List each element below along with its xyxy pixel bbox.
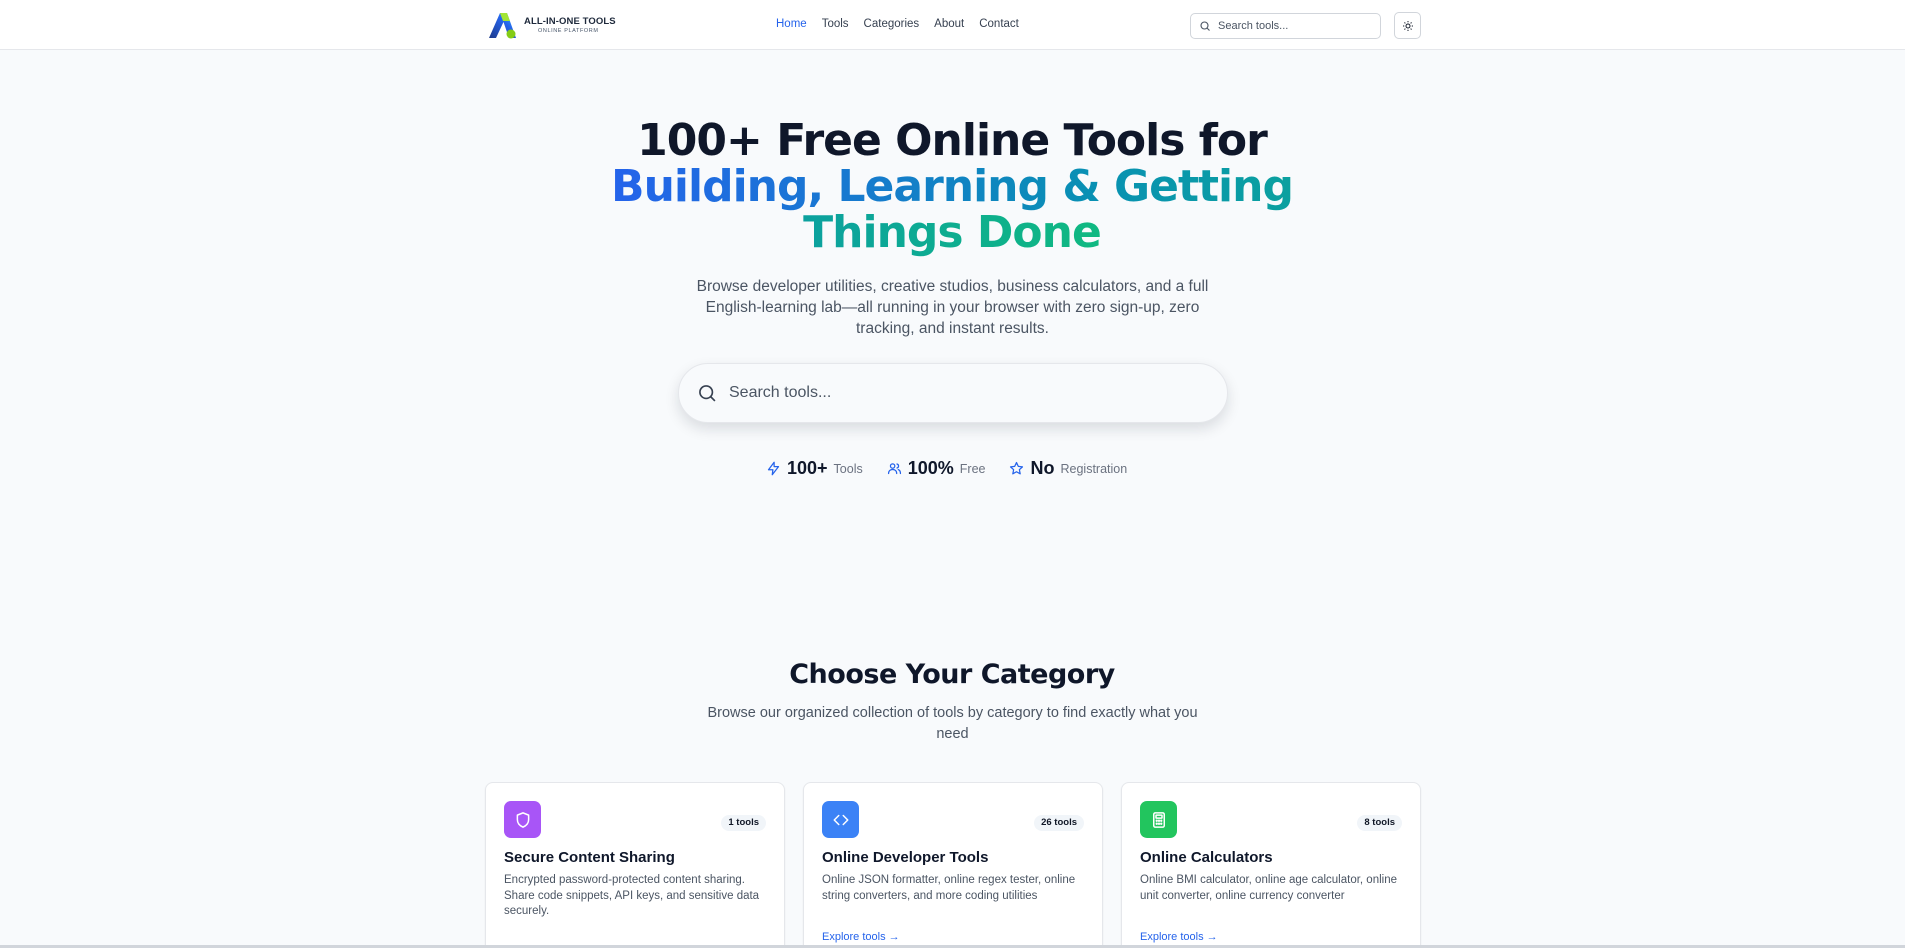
hero-title-highlight: Building, Learning & Getting Things Done (611, 161, 1294, 258)
explore-tools-link[interactable]: Explore tools → (1140, 931, 1218, 943)
card-icon-box (822, 801, 859, 838)
zap-icon (767, 461, 780, 476)
header-search-input[interactable] (1218, 20, 1368, 32)
main-nav: Home Tools Categories About Contact (776, 18, 1034, 30)
stat-label: Registration (1060, 461, 1128, 476)
site-header: ALL-IN-ONE TOOLS ONLINE PLATFORM Home To… (0, 0, 1905, 50)
stat-value: 100% (907, 458, 954, 478)
card-icon-box (504, 801, 541, 838)
logo-mark-icon (489, 13, 516, 39)
categories-title: Choose Your Category (789, 659, 1115, 690)
card-description: Online JSON formatter, online regex test… (822, 874, 1076, 902)
category-card-calculators[interactable]: 8 tools Online Calculators Online BMI ca… (1121, 782, 1421, 948)
hero-title-line: 100+ Free Online Tools for (637, 115, 1268, 166)
site-logo[interactable]: ALL-IN-ONE TOOLS ONLINE PLATFORM (487, 11, 616, 40)
card-title: Online Calculators (1140, 849, 1273, 866)
hero-search-box (678, 363, 1228, 423)
search-icon (1200, 21, 1210, 31)
categories-subtitle: Browse our organized collection of tools… (707, 705, 1198, 742)
category-card-secure-sharing[interactable]: 1 tools Secure Content Sharing Encrypted… (485, 782, 785, 948)
card-title: Online Developer Tools (822, 849, 989, 866)
tool-count-badge: 1 tools (721, 815, 766, 831)
hero-title: 100+ Free Online Tools for Building, Lea… (552, 118, 1352, 256)
nav-about[interactable]: About (934, 18, 964, 30)
stat-label: Tools (833, 461, 863, 476)
card-description: Encrypted password-protected content sha… (504, 874, 760, 917)
stat-registration: No Registration (1009, 458, 1127, 479)
stat-free: 100% Free (887, 458, 986, 479)
stat-value: No (1030, 458, 1055, 478)
hero-subtitle: Browse developer utilities, creative stu… (696, 278, 1209, 337)
theme-toggle-button[interactable] (1394, 12, 1421, 39)
nav-tools[interactable]: Tools (822, 18, 849, 30)
hero-search-input[interactable] (729, 384, 1189, 402)
shield-icon (516, 811, 529, 828)
stat-tools: 100+ Tools (766, 458, 863, 479)
hero-stats: 100+ Tools 100% Free No Registration (766, 458, 1151, 479)
stat-value: 100+ (787, 458, 828, 478)
card-title: Secure Content Sharing (504, 849, 675, 866)
stat-label: Free (959, 461, 986, 476)
nav-home[interactable]: Home (776, 18, 807, 30)
card-icon-box (1140, 801, 1177, 838)
tool-count-badge: 8 tools (1357, 815, 1402, 831)
nav-contact[interactable]: Contact (979, 18, 1019, 30)
users-icon (887, 463, 901, 475)
card-description: Online BMI calculator, online age calcul… (1140, 874, 1397, 902)
explore-tools-link[interactable]: Explore tools → (822, 931, 900, 943)
code-icon (833, 814, 848, 825)
search-icon (699, 385, 716, 402)
sun-icon (1402, 20, 1413, 31)
logo-subtitle: ONLINE PLATFORM (538, 27, 599, 34)
header-search-box (1190, 13, 1381, 39)
tool-count-badge: 26 tools (1034, 815, 1084, 831)
logo-title: ALL-IN-ONE TOOLS (524, 16, 616, 27)
star-icon (1010, 461, 1024, 475)
category-card-developer-tools[interactable]: 26 tools Online Developer Tools Online J… (803, 782, 1103, 948)
nav-categories[interactable]: Categories (864, 18, 920, 30)
calculator-icon (1152, 811, 1165, 828)
